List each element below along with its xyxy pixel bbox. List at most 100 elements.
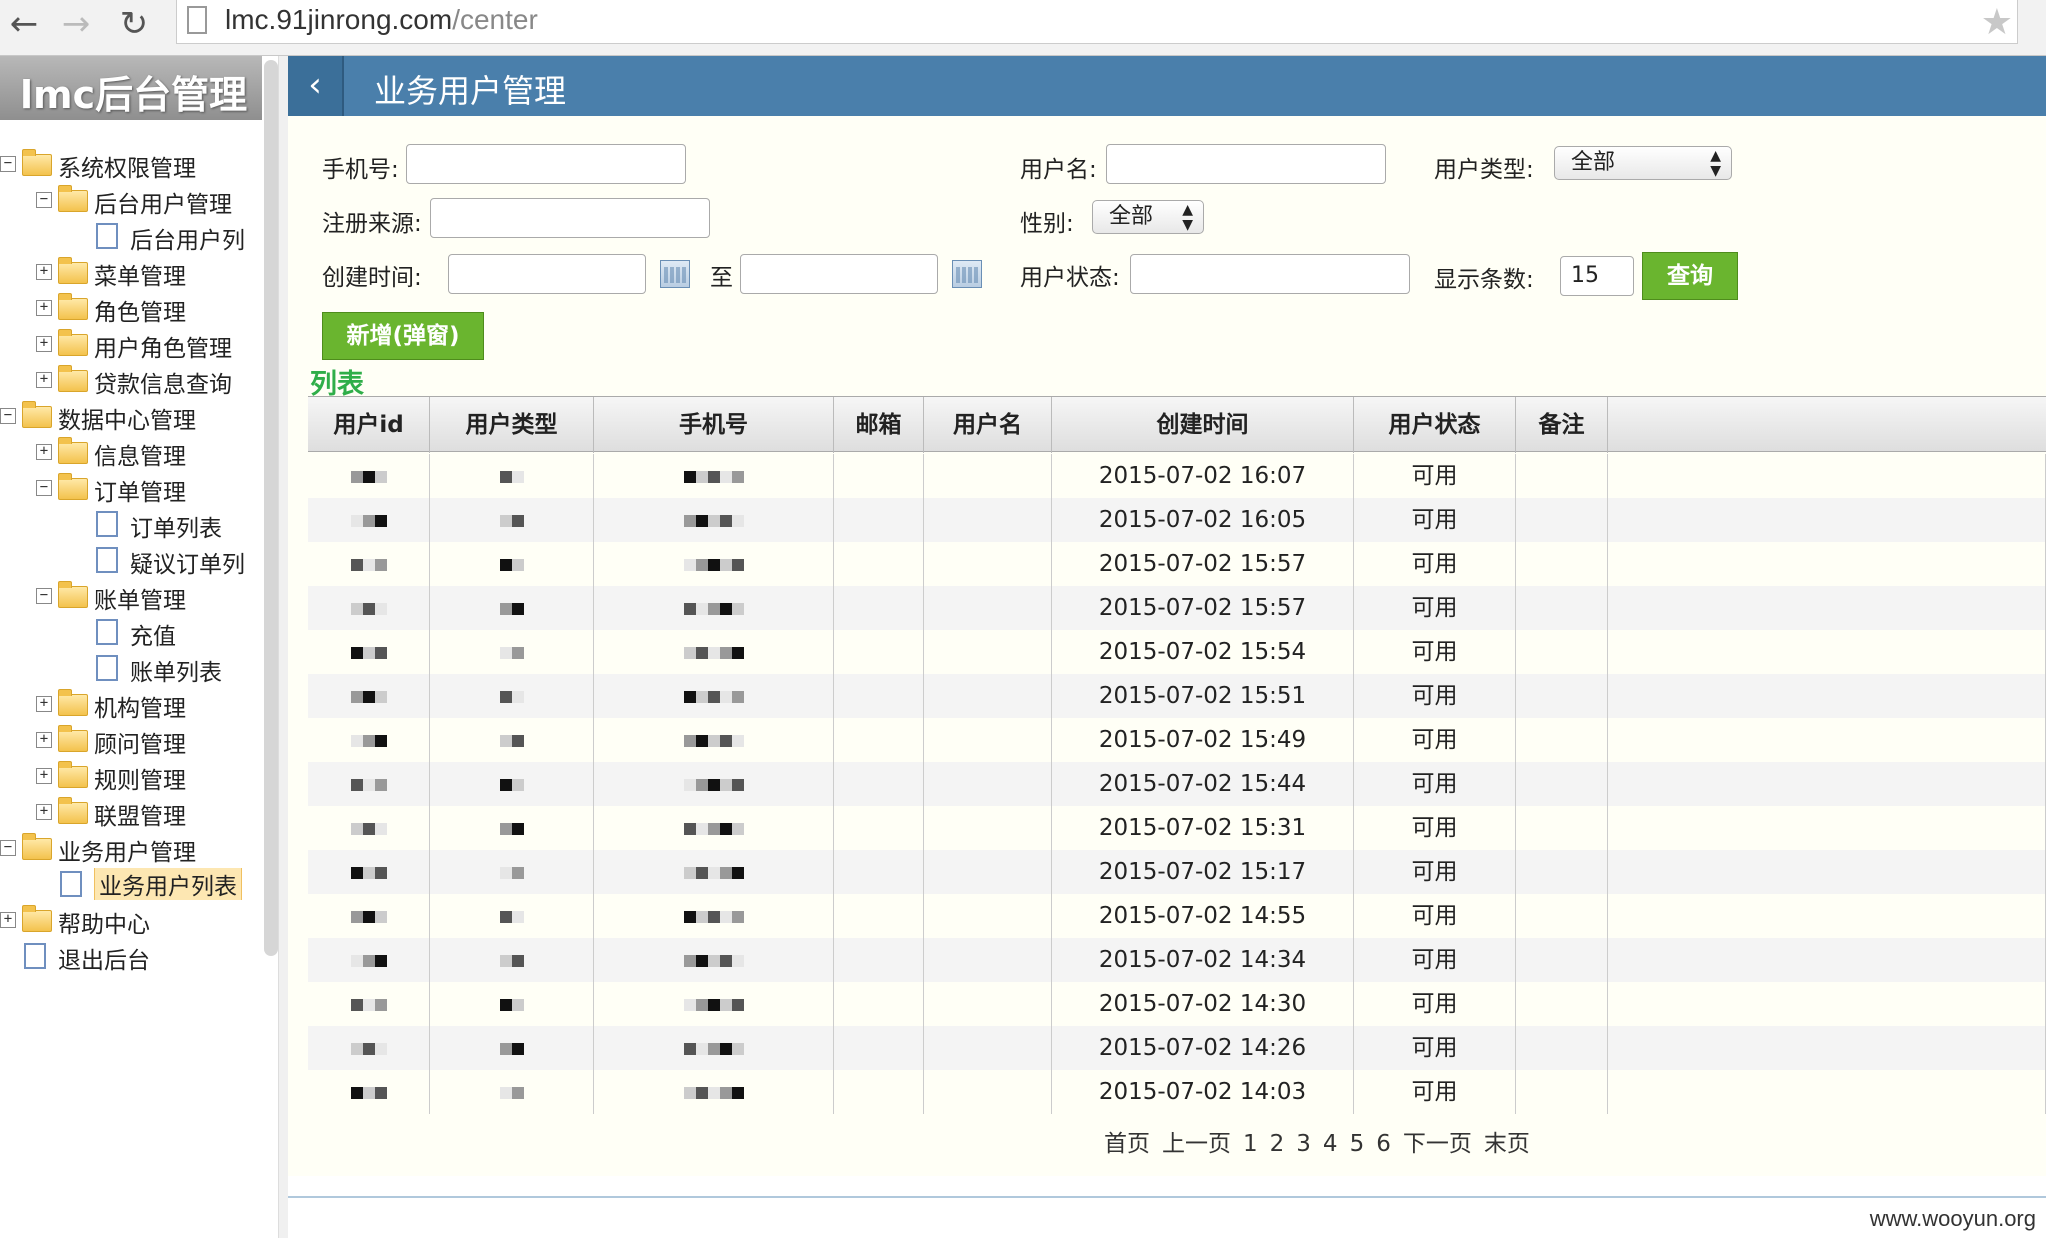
table-row[interactable]: 2015-07-02 14:55 可用	[308, 894, 2046, 938]
column-header[interactable]: 用户id	[308, 397, 430, 453]
expand-icon[interactable]: +	[36, 768, 52, 784]
table-row[interactable]: 2015-07-02 15:54 可用	[308, 630, 2046, 674]
tree-item[interactable]: − 订单管理	[36, 472, 262, 504]
calendar-icon[interactable]	[660, 260, 690, 288]
column-header[interactable]: 用户状态	[1354, 397, 1516, 453]
tree-item[interactable]: 充值	[72, 616, 262, 648]
page-number-link[interactable]: 4	[1323, 1131, 1338, 1157]
column-header[interactable]: 备注	[1516, 397, 1608, 453]
address-bar[interactable]: lmc.91jinrong.com/center ★	[176, 0, 2018, 44]
collapse-icon[interactable]: −	[0, 408, 16, 424]
reload-icon[interactable]: ↻	[114, 4, 154, 44]
user-type-cell	[430, 762, 594, 806]
collapse-icon[interactable]: −	[0, 840, 16, 856]
table-row[interactable]: 2015-07-02 15:57 可用	[308, 586, 2046, 630]
column-header[interactable]: 邮箱	[834, 397, 924, 453]
collapse-sidebar-button[interactable]: ‹	[288, 56, 344, 116]
collapse-icon[interactable]: −	[36, 192, 52, 208]
table-row[interactable]: 2015-07-02 14:34 可用	[308, 938, 2046, 982]
tree-item[interactable]: − 数据中心管理	[0, 400, 262, 432]
next-page-link[interactable]: 下一页	[1403, 1131, 1472, 1157]
tree-item[interactable]: 订单列表	[72, 508, 262, 540]
tree-item[interactable]: 业务用户列表	[36, 868, 262, 900]
table-row[interactable]: 2015-07-02 14:03 可用	[308, 1070, 2046, 1114]
table-row[interactable]: 2015-07-02 15:57 可用	[308, 542, 2046, 586]
tree-item[interactable]: − 业务用户管理	[0, 832, 262, 864]
username-input[interactable]	[1106, 144, 1386, 184]
tree-item[interactable]: − 账单管理	[36, 580, 262, 612]
expand-icon[interactable]: +	[36, 444, 52, 460]
tree-item[interactable]: 账单列表	[72, 652, 262, 684]
created-from-input[interactable]	[448, 254, 646, 294]
expand-icon[interactable]: +	[36, 336, 52, 352]
username-cell	[924, 762, 1052, 806]
expand-icon[interactable]: +	[0, 912, 16, 928]
collapse-icon[interactable]: −	[0, 156, 16, 172]
tree-item[interactable]: + 机构管理	[36, 688, 262, 720]
tree-item[interactable]: + 贷款信息查询	[36, 364, 262, 396]
table-row[interactable]: 2015-07-02 14:26 可用	[308, 1026, 2046, 1070]
table-row[interactable]: 2015-07-02 15:44 可用	[308, 762, 2046, 806]
bookmark-star-icon[interactable]: ★	[1981, 2, 2013, 43]
expand-icon[interactable]: +	[36, 264, 52, 280]
first-page-link[interactable]: 首页	[1104, 1131, 1150, 1157]
phone-input[interactable]	[406, 144, 686, 184]
table-row[interactable]: 2015-07-02 15:49 可用	[308, 718, 2046, 762]
collapse-icon[interactable]: −	[36, 588, 52, 604]
table-row[interactable]: 2015-07-02 16:05 可用	[308, 498, 2046, 542]
tree-item[interactable]: − 系统权限管理	[0, 148, 262, 180]
last-page-link[interactable]: 末页	[1484, 1131, 1530, 1157]
select-arrows-icon: ▲ ▼	[1710, 148, 1721, 179]
add-popup-button[interactable]: 新增(弹窗)	[322, 312, 484, 360]
page-number-link[interactable]: 1	[1243, 1131, 1258, 1157]
page-size-input[interactable]: 15	[1560, 256, 1634, 296]
tree-item[interactable]: 退出后台	[0, 940, 262, 972]
table-row[interactable]: 2015-07-02 15:17 可用	[308, 850, 2046, 894]
source-input[interactable]	[430, 198, 710, 238]
column-header[interactable]: 用户类型	[430, 397, 594, 453]
user-type-select[interactable]: 全部 ▲ ▼	[1554, 146, 1732, 180]
tree-item[interactable]: 疑议订单列	[72, 544, 262, 576]
query-button[interactable]: 查询	[1642, 252, 1738, 300]
tree-item[interactable]: + 联盟管理	[36, 796, 262, 828]
column-header[interactable]: 创建时间	[1052, 397, 1354, 453]
back-arrow-icon[interactable]: ←	[4, 4, 44, 44]
tree-item[interactable]: 后台用户列	[72, 220, 262, 252]
username-cell	[924, 454, 1052, 498]
page-number-link[interactable]: 5	[1350, 1131, 1365, 1157]
tree-item[interactable]: + 菜单管理	[36, 256, 262, 288]
expand-icon[interactable]: +	[36, 804, 52, 820]
page-number-link[interactable]: 3	[1296, 1131, 1311, 1157]
created-time-cell: 2015-07-02 16:05	[1052, 498, 1354, 542]
sidebar-scrollbar[interactable]	[264, 60, 278, 956]
expand-icon[interactable]: +	[36, 300, 52, 316]
status-input[interactable]	[1130, 254, 1410, 294]
remark-cell	[1516, 498, 1608, 542]
gender-select[interactable]: 全部 ▲ ▼	[1092, 200, 1204, 234]
table-row[interactable]: 2015-07-02 14:30 可用	[308, 982, 2046, 1026]
collapse-icon[interactable]: −	[36, 480, 52, 496]
expand-icon[interactable]: +	[36, 372, 52, 388]
created-to-input[interactable]	[740, 254, 938, 294]
tree-item[interactable]: + 角色管理	[36, 292, 262, 324]
forward-arrow-icon[interactable]: →	[56, 4, 96, 44]
tree-item[interactable]: − 后台用户管理	[36, 184, 262, 216]
expand-icon[interactable]: +	[36, 732, 52, 748]
page-number-link[interactable]: 6	[1376, 1131, 1391, 1157]
table-row[interactable]: 2015-07-02 15:51 可用	[308, 674, 2046, 718]
tree-item[interactable]: + 顾问管理	[36, 724, 262, 756]
tree-item[interactable]: + 规则管理	[36, 760, 262, 792]
url-text[interactable]: lmc.91jinrong.com/center	[225, 4, 538, 36]
prev-page-link[interactable]: 上一页	[1162, 1131, 1231, 1157]
table-row[interactable]: 2015-07-02 15:31 可用	[308, 806, 2046, 850]
calendar-icon[interactable]	[952, 260, 982, 288]
column-header[interactable]: 用户名	[924, 397, 1052, 453]
page-number-link[interactable]: 2	[1270, 1131, 1285, 1157]
table-row[interactable]: 2015-07-02 16:07 可用	[308, 454, 2046, 498]
expand-icon[interactable]: +	[36, 696, 52, 712]
tree-item[interactable]: + 信息管理	[36, 436, 262, 468]
sidebar-splitter[interactable]	[278, 56, 288, 1238]
tree-item[interactable]: + 用户角色管理	[36, 328, 262, 360]
tree-item[interactable]: + 帮助中心	[0, 904, 262, 936]
column-header[interactable]: 手机号	[594, 397, 834, 453]
